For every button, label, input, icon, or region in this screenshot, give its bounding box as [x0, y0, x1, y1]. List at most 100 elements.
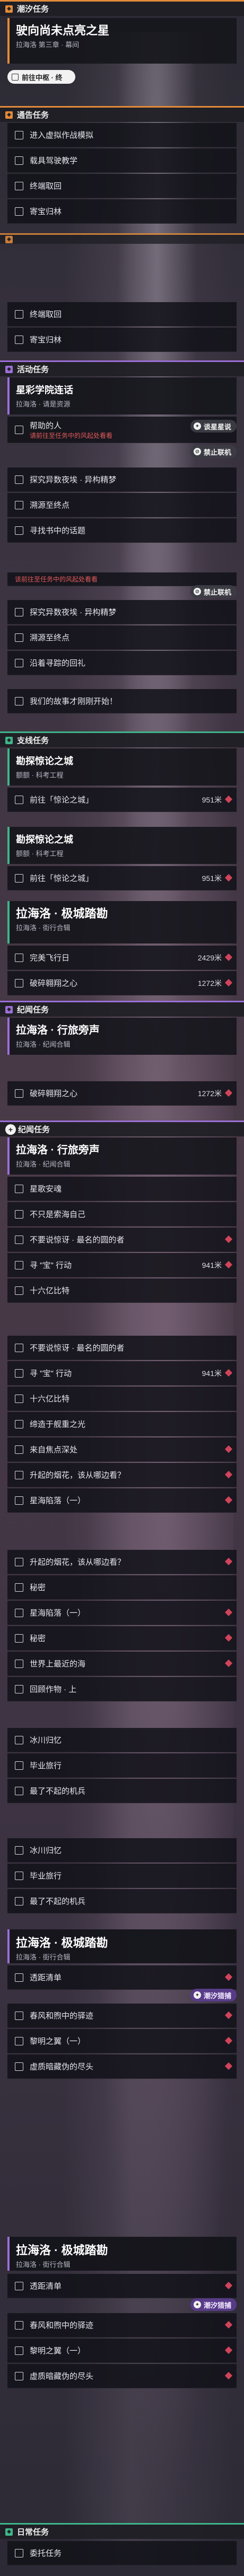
objective-row[interactable]: 寻找书中的话题	[7, 518, 237, 543]
objective-row[interactable]: 不要说惊讶 · 最名的圆的者	[7, 1336, 237, 1360]
objective-row[interactable]: 进入虚拟作战模拟	[7, 123, 237, 147]
objective-row[interactable]: 溯源至终点	[7, 493, 237, 517]
objective-row[interactable]: 升起的烟花，该从哪边看？	[7, 1550, 237, 1574]
checkbox-icon	[15, 953, 23, 962]
objective-row[interactable]: 寄宝归林	[7, 328, 237, 352]
objective-row[interactable]: 冰川归忆	[7, 1838, 237, 1863]
objective-row[interactable]: 冰川归忆	[7, 1728, 237, 1752]
objective-row[interactable]: 破碎翱翔之心 1272米	[7, 971, 237, 995]
add-icon[interactable]: +	[5, 1124, 16, 1135]
objective-row[interactable]: 终端取回	[7, 174, 237, 198]
section-header-notice-repeat[interactable]: ◆	[0, 233, 244, 244]
objective-row[interactable]: 虚质暗藏伪的尽头	[7, 2364, 237, 2388]
quest-card-exploration[interactable]: 拉海洛 · 极城踏勘 拉海洛 · 街行合辑	[7, 2237, 237, 2271]
badge-label: 潮汐猎捕	[203, 2301, 231, 2309]
objective-row[interactable]: 世界上最近的海	[7, 1652, 237, 1676]
objective-text: 寄宝归林	[30, 207, 62, 216]
checkbox-icon	[15, 1419, 23, 1428]
section-header-tide[interactable]: ◆ 潮汐任务	[0, 0, 244, 16]
objective-row[interactable]: 春风和煦中的驿迹	[7, 2004, 237, 2028]
objective-row[interactable]: 最了不起的机兵	[7, 1779, 237, 1803]
objective-row[interactable]: 毕业旅行	[7, 1753, 237, 1778]
section-header-lore[interactable]: + 纪闻任务	[0, 1121, 244, 1136]
quest-card-side[interactable]: 勘探惊论之城 额额 · 科考工程	[7, 748, 237, 786]
current-objective-pill[interactable]: 前往中枢 · 终	[7, 70, 75, 84]
quest-title: 拉海洛 · 极城踏勘	[16, 1936, 108, 1949]
objective-row[interactable]: 终端取回	[7, 302, 237, 327]
objective-row[interactable]: 不要说惊讶 · 最名的圆的者	[7, 1228, 237, 1252]
objective-row[interactable]: 回顾作物 · 上	[7, 1677, 237, 1701]
objective-row[interactable]: 缔造于舰重之光	[7, 1412, 237, 1436]
badge-no-coop[interactable]: ⊘ 禁止联机	[190, 585, 237, 598]
section-title: 纪闻任务	[18, 1125, 50, 1134]
quest-card-exploration[interactable]: 拉海洛 · 极城踏勘 拉海洛 · 街行合辑	[7, 1929, 237, 1963]
objective-text: 不要说惊讶 · 最名的圆的者	[30, 1236, 125, 1245]
badge-tide-hunt[interactable]: ✦ 潮汐猎捕	[190, 2298, 237, 2311]
objective-row[interactable]: 我们的故事才刚刚开始！	[7, 689, 237, 713]
checkbox-icon	[15, 1184, 23, 1193]
checkbox-icon	[15, 1394, 23, 1403]
checkbox-icon	[15, 1583, 23, 1592]
objective-row[interactable]: 春风和煦中的驿迹	[7, 2313, 237, 2337]
objective-text: 冰川归忆	[30, 1846, 62, 1855]
objective-row[interactable]: 破碎翱翔之心 1272米	[7, 1081, 237, 1106]
objective-row[interactable]: 完美飞行日 2429米	[7, 946, 237, 970]
quest-card-main[interactable]: 驶向尚未点亮之星 拉海洛 第三章 · 幕间	[7, 18, 237, 64]
objective-row[interactable]: 星海陷落（一）	[7, 1488, 237, 1513]
objective-row[interactable]: 透距清单	[7, 2274, 237, 2298]
objective-row[interactable]: 来自焦点深处	[7, 1437, 237, 1462]
objective-row[interactable]: 最了不起的机兵	[7, 1889, 237, 1913]
section-header-lore[interactable]: ◆ 纪闻任务	[0, 1001, 244, 1017]
section-header-side[interactable]: ◆ 支线任务	[0, 731, 244, 747]
objective-row[interactable]: 虚质暗藏伪的尽头	[7, 2054, 237, 2079]
quest-card-side[interactable]: 拉海洛 · 极城踏勘 拉海洛 · 街行合辑	[7, 901, 237, 943]
objective-row[interactable]: 寻 "宝" 行动 941米	[7, 1361, 237, 1386]
objective-row[interactable]: 寻 "宝" 行动 941米	[7, 1253, 237, 1277]
objective-row[interactable]: 前往「惊论之城」 951米	[7, 788, 237, 812]
quest-type-icon: ◆	[5, 5, 13, 13]
quest-type-icon: ◆	[5, 365, 13, 373]
quest-card-lore[interactable]: 拉海洛 · 行旅旁声 拉海洛 · 纪闻合辑	[7, 1018, 237, 1055]
quest-title: 勘探惊论之城	[16, 756, 73, 766]
checkbox-icon	[15, 2371, 23, 2380]
waypoint-icon	[224, 1496, 233, 1504]
section-header-daily[interactable]: ◆ 日常任务	[0, 2523, 244, 2539]
objective-text: 前往「惊论之城」	[30, 874, 94, 883]
objective-row[interactable]: 载具驾驶教学	[7, 148, 237, 173]
objective-row[interactable]: 寄宝归林	[7, 199, 237, 224]
objective-row[interactable]: 秘密	[7, 1575, 237, 1600]
section-header-notice[interactable]: ◆ 通告任务	[0, 106, 244, 122]
quest-card-lore[interactable]: 拉海洛 · 行旅旁声 拉海洛 · 纪闻合辑	[7, 1137, 237, 1175]
quest-type-icon: ◆	[5, 736, 13, 744]
objective-row[interactable]: 委托任务	[7, 2541, 237, 2565]
badge-tide-hunt[interactable]: ✦ 潮汐猎捕	[190, 1989, 237, 2001]
objective-row[interactable]: 黎明之翼（一）	[7, 2339, 237, 2363]
objective-row[interactable]: 不只是索海自己	[7, 1202, 237, 1227]
badge-no-coop[interactable]: ⊘ 禁止联机	[190, 445, 237, 458]
objective-row[interactable]: 十六亿比特	[7, 1278, 237, 1303]
objective-row[interactable]: 溯源至终点	[7, 625, 237, 650]
objective-text: 升起的烟花，该从哪边看？	[30, 1471, 126, 1480]
objective-row[interactable]: 星歌安魂	[7, 1177, 237, 1201]
quest-type-icon: ◆	[5, 1005, 13, 1013]
objective-row[interactable]: 沿着寻踪的回礼	[7, 651, 237, 675]
checkbox-icon	[15, 607, 23, 616]
objective-row[interactable]: 前往「惊论之城」 951米	[7, 866, 237, 890]
objective-row[interactable]: 黎明之翼（一）	[7, 2029, 237, 2053]
objective-row[interactable]: 探究异数夜埃 · 异构精梦	[7, 600, 237, 624]
objective-row[interactable]: 透距清单	[7, 1965, 237, 1990]
objective-row[interactable]: 十六亿比特	[7, 1387, 237, 1411]
quest-card-side[interactable]: 勘探惊论之城 额额 · 科考工程	[7, 827, 237, 864]
checkbox-icon	[15, 658, 23, 667]
section-header-event[interactable]: ◆ 活动任务	[0, 360, 244, 376]
quest-card-event[interactable]: 星彩学院连话 拉海洛 · 请是资源	[7, 377, 237, 414]
objective-row[interactable]: 秘密	[7, 1626, 237, 1651]
objective-text: 探究异数夜埃 · 异构精梦	[30, 608, 117, 617]
objective-row[interactable]: 毕业旅行	[7, 1864, 237, 1888]
objective-row[interactable]: 星海陷落（一）	[7, 1601, 237, 1625]
objective-text: 寄宝归林	[30, 336, 62, 345]
quest-title: 勘探惊论之城	[16, 834, 73, 845]
objective-row[interactable]: 探究异数夜埃 · 异构精梦	[7, 467, 237, 492]
objective-row[interactable]: 升起的烟花，该从哪边看？	[7, 1463, 237, 1487]
badge-chat[interactable]: ✦ 谈星星说	[190, 420, 237, 433]
